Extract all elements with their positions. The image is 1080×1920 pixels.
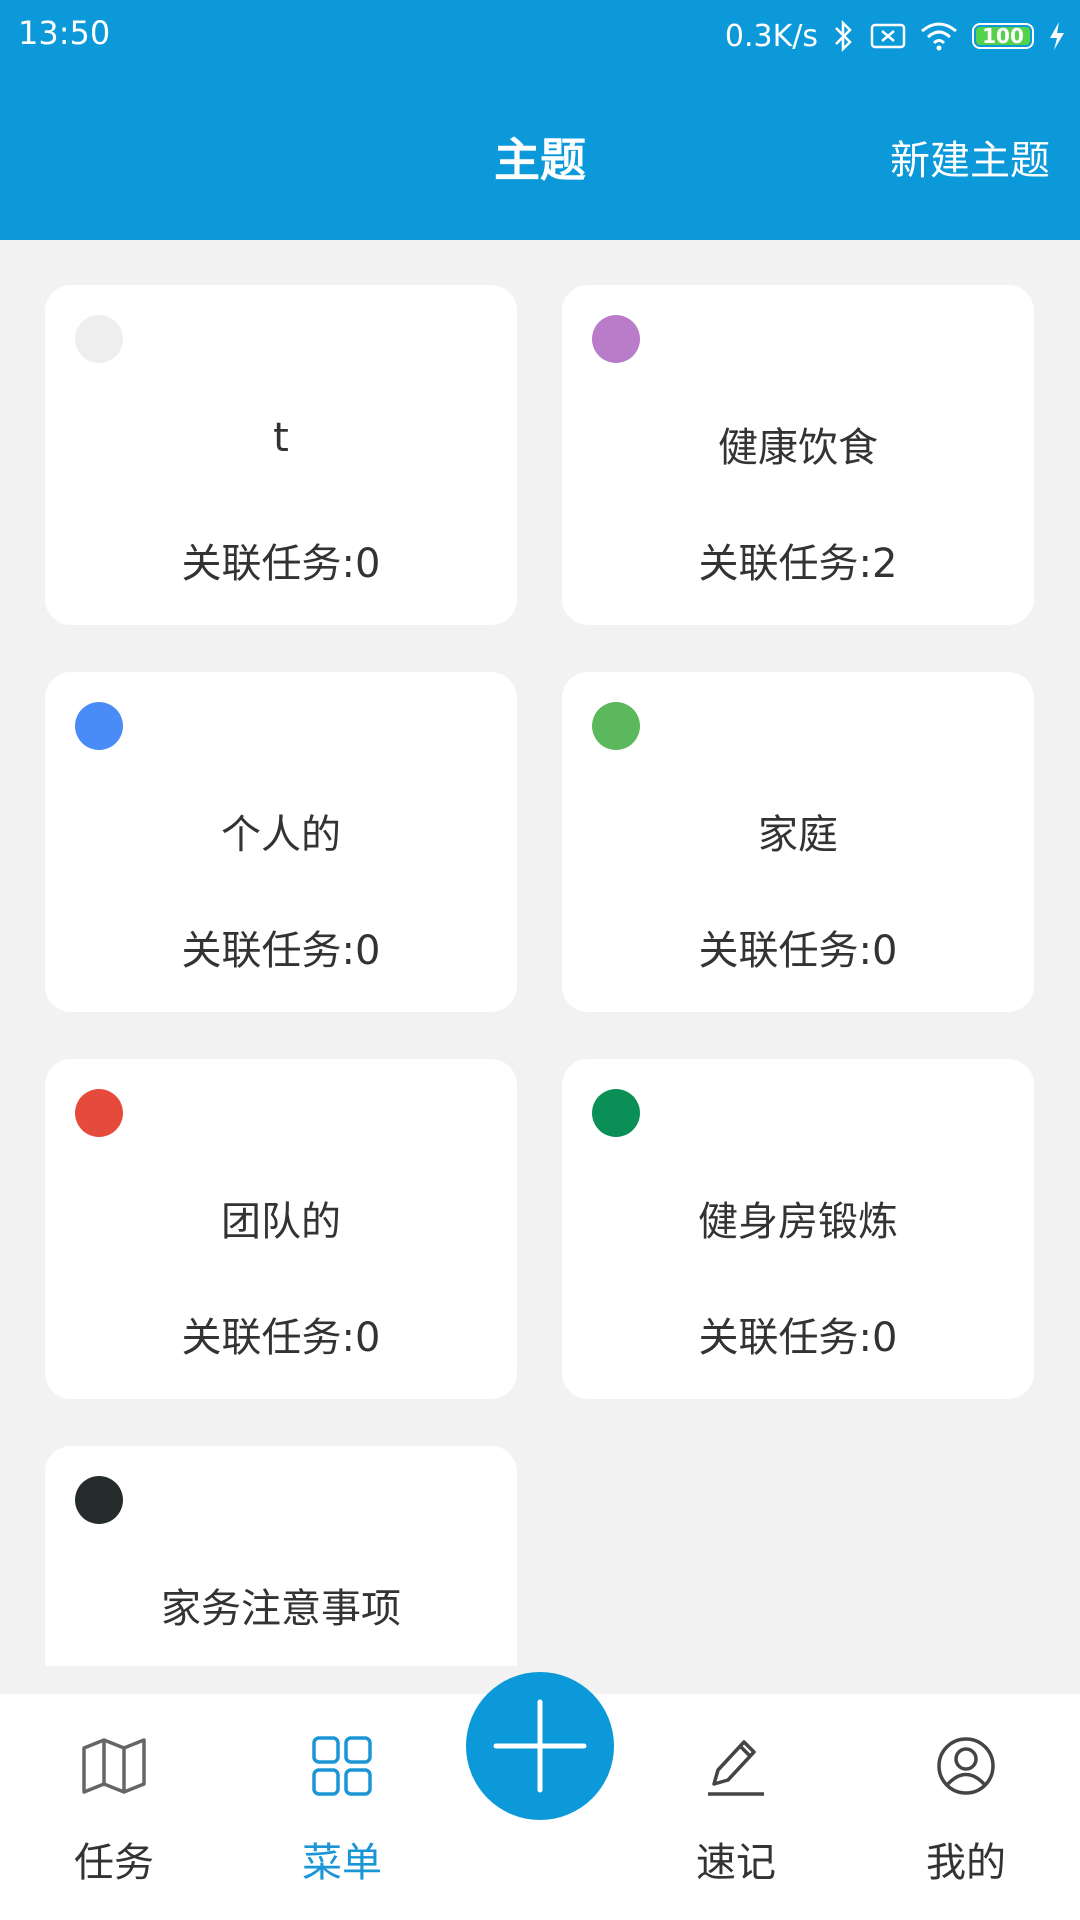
- topic-color-dot: [75, 1476, 123, 1524]
- topic-card[interactable]: 健康饮食 关联任务:2: [562, 285, 1034, 625]
- status-bar: 13:50 0.3K/s 100: [0, 0, 1080, 74]
- topic-card[interactable]: 团队的 关联任务:0: [45, 1059, 517, 1399]
- grid-icon: [310, 1734, 374, 1798]
- nav-label: 任务: [74, 1840, 154, 1886]
- status-icons: 0.3K/s 100: [725, 12, 1066, 60]
- map-icon: [82, 1734, 146, 1798]
- topic-card[interactable]: 家庭 关联任务:0: [562, 672, 1034, 1012]
- topic-name: 团队的: [221, 1199, 341, 1245]
- topic-task-count: 关联任务:0: [181, 928, 381, 974]
- pen-icon: [704, 1734, 768, 1798]
- topic-color-dot: [75, 1089, 123, 1137]
- topic-name: t: [273, 415, 289, 461]
- topic-task-count: 关联任务:0: [698, 928, 898, 974]
- topic-name: 健身房锻炼: [698, 1199, 898, 1245]
- topic-task-count: 关联任务:2: [698, 541, 898, 587]
- sim-off-icon: [870, 21, 906, 51]
- topic-name: 家务注意事项: [161, 1586, 401, 1632]
- topic-name: 个人的: [221, 812, 341, 858]
- status-time: 13:50: [18, 14, 111, 52]
- new-topic-button[interactable]: 新建主题: [890, 128, 1050, 186]
- wifi-icon: [920, 21, 958, 51]
- nav-label: 速记: [696, 1840, 776, 1886]
- topic-card[interactable]: 个人的 关联任务:0: [45, 672, 517, 1012]
- app-bar: 主题 新建主题: [0, 74, 1080, 240]
- nav-label: 我的: [926, 1840, 1006, 1886]
- topic-color-dot: [75, 702, 123, 750]
- topic-color-dot: [75, 315, 123, 363]
- nav-item-menu[interactable]: 菜单: [242, 1694, 442, 1920]
- topic-task-count: 关联任务:0: [181, 541, 381, 587]
- topic-task-count: 关联任务:0: [698, 1315, 898, 1361]
- topic-color-dot: [592, 1089, 640, 1137]
- user-icon: [934, 1734, 998, 1798]
- battery-icon: 100: [972, 23, 1034, 49]
- add-button[interactable]: [466, 1672, 614, 1820]
- nav-item-notes[interactable]: 速记: [636, 1694, 836, 1920]
- nav-item-tasks[interactable]: 任务: [14, 1694, 214, 1920]
- topic-card[interactable]: 家务注意事项: [45, 1446, 517, 1666]
- topic-card[interactable]: 健身房锻炼 关联任务:0: [562, 1059, 1034, 1399]
- topic-name: 健康饮食: [718, 425, 878, 471]
- battery-text: 100: [982, 24, 1024, 48]
- bluetooth-icon: [832, 19, 856, 53]
- plus-icon: [493, 1699, 587, 1793]
- network-speed: 0.3K/s: [724, 18, 818, 54]
- topic-color-dot: [592, 315, 640, 363]
- topic-card[interactable]: t 关联任务:0: [45, 285, 517, 625]
- topic-task-count: 关联任务:0: [181, 1315, 381, 1361]
- charging-icon: [1048, 21, 1066, 51]
- nav-label: 菜单: [302, 1840, 382, 1886]
- topic-color-dot: [592, 702, 640, 750]
- topic-name: 家庭: [758, 812, 838, 858]
- nav-item-profile[interactable]: 我的: [866, 1694, 1066, 1920]
- topic-grid: t 关联任务:0 健康饮食 关联任务:2 个人的 关联任务:0 家庭 关联任务:…: [0, 240, 1080, 1666]
